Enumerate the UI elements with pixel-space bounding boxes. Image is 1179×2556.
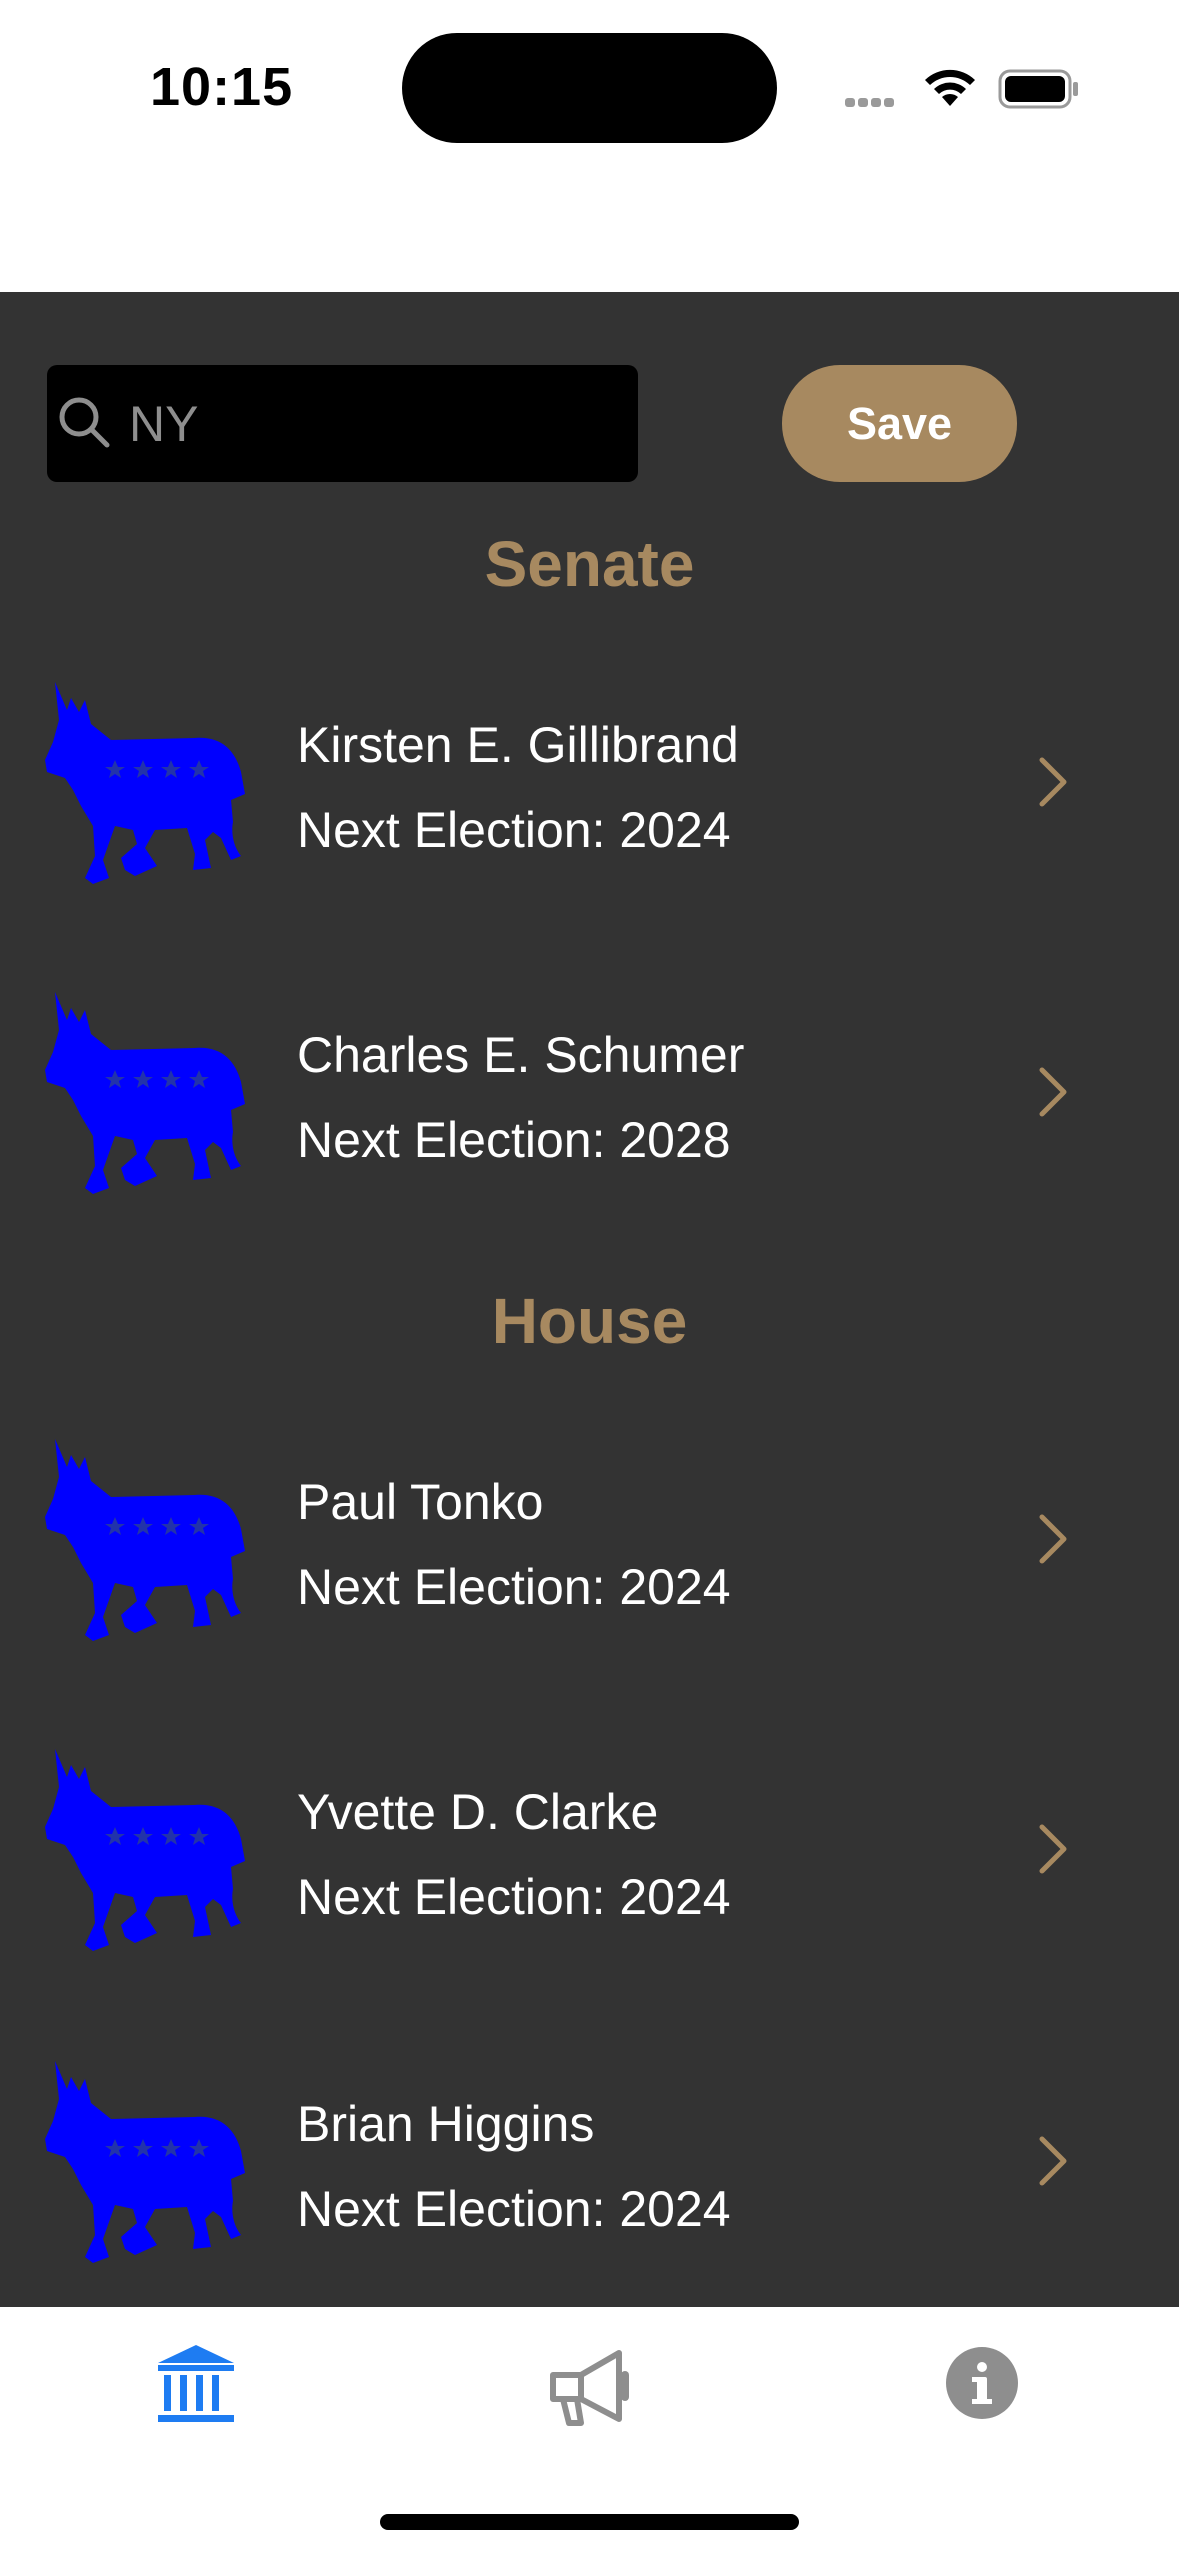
democrat-donkey-icon (45, 2059, 250, 2264)
save-button[interactable]: Save (782, 365, 1017, 482)
cellular-signal-icon (845, 94, 897, 112)
senate-section-title: Senate (484, 528, 695, 600)
capitol-building-icon (158, 2345, 234, 2422)
wifi-icon (925, 69, 975, 106)
representatives-list[interactable]: Save Senate Kirsten E. Gillibrand Next E… (0, 292, 1179, 2307)
chevron-right-icon (1038, 756, 1068, 808)
search-icon (59, 397, 110, 448)
megaphone-icon (550, 2350, 629, 2426)
next-election: Next Election: 2024 (297, 1559, 731, 1615)
next-election: Next Election: 2024 (297, 2181, 731, 2237)
democrat-donkey-icon (45, 990, 250, 1195)
member-name: Charles E. Schumer (297, 1027, 745, 1083)
list-item[interactable]: Yvette D. Clarke Next Election: 2024 (0, 1741, 1179, 1951)
list-item[interactable]: Charles E. Schumer Next Election: 2028 (0, 984, 1179, 1194)
chevron-right-icon (1038, 1823, 1068, 1875)
list-item[interactable]: Brian Higgins Next Election: 2024 (0, 2053, 1179, 2263)
chevron-right-icon (1038, 1513, 1068, 1565)
chevron-right-icon (1038, 2135, 1068, 2187)
list-item[interactable]: Paul Tonko Next Election: 2024 (0, 1431, 1179, 1641)
list-item[interactable]: Kirsten E. Gillibrand Next Election: 202… (0, 674, 1179, 884)
member-name: Paul Tonko (297, 1474, 544, 1530)
member-name: Yvette D. Clarke (297, 1784, 659, 1840)
next-election: Next Election: 2024 (297, 802, 731, 858)
democrat-donkey-icon (45, 680, 250, 885)
dynamic-island (402, 33, 777, 143)
next-election: Next Election: 2024 (297, 1869, 731, 1925)
chevron-right-icon (1038, 1066, 1068, 1118)
tab-representatives[interactable] (136, 2327, 256, 2447)
member-name: Brian Higgins (297, 2096, 595, 2152)
status-bar: 10:15 (0, 0, 1179, 292)
status-time: 10:15 (150, 57, 294, 117)
next-election: Next Election: 2028 (297, 1112, 731, 1168)
battery-icon (998, 69, 1078, 109)
democrat-donkey-icon (45, 1437, 250, 1642)
search-bar[interactable] (47, 365, 638, 482)
search-input[interactable] (129, 387, 619, 461)
democrat-donkey-icon (45, 1747, 250, 1952)
tab-info[interactable] (922, 2327, 1042, 2447)
house-section-title: House (491, 1285, 688, 1357)
home-indicator (380, 2514, 799, 2530)
tab-announcements[interactable] (529, 2327, 649, 2447)
member-name: Kirsten E. Gillibrand (297, 717, 739, 773)
info-icon (946, 2347, 1018, 2419)
